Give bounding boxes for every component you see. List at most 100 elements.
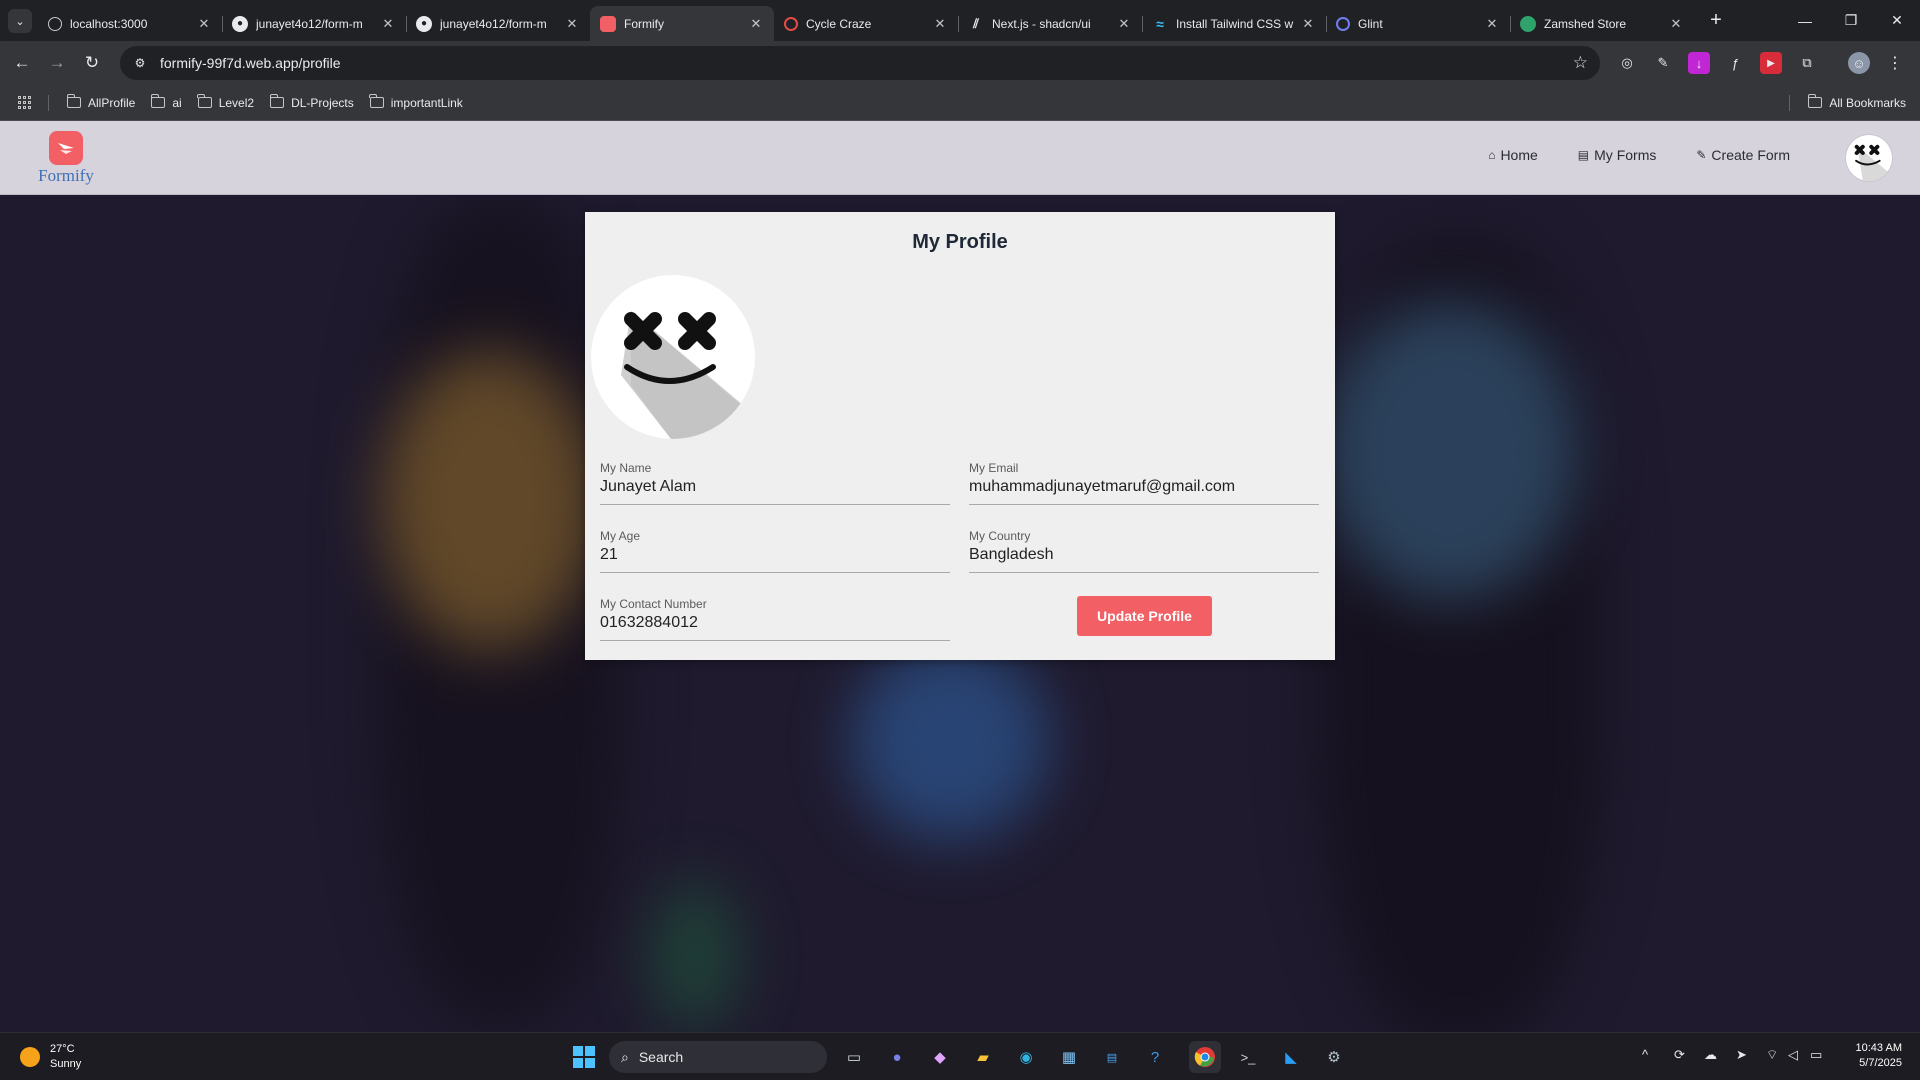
user-avatar[interactable] [1846,135,1892,181]
all-bookmarks-button[interactable]: All Bookmarks [1800,91,1914,115]
clock-date: 5/7/2025 [1859,1057,1902,1069]
file-explorer-icon[interactable]: ▰ [967,1041,999,1073]
email-field[interactable]: My Email muhammadjunayetmaruf@gmail.com [969,461,1319,505]
weather-widget[interactable]: 27°C Sunny [20,1042,81,1072]
red-extension-icon[interactable]: ▶ [1760,52,1782,74]
tab-tailwind[interactable]: ≈ Install Tailwind CSS w ✕ [1142,6,1326,41]
extensions-puzzle-icon[interactable]: ⧉ [1796,52,1818,74]
formify-logo[interactable]: Formify [34,131,98,186]
tab-github-2[interactable]: ● junayet4o12/form-m ✕ [406,6,590,41]
bookmark-folder-allprofile[interactable]: AllProfile [59,91,143,115]
task-view-icon[interactable]: ▭ [838,1041,870,1073]
microsoft-store-icon[interactable]: ▦ [1053,1041,1085,1073]
browser-toolbar: ← → ↻ ⚙ formify-99f7d.web.app/profile ☆ … [0,41,1920,85]
new-tab-plus-icon[interactable]: + [1704,9,1728,32]
location-arrow-icon[interactable]: ➤ [1736,1047,1747,1063]
formify-icon [600,15,616,32]
edge-icon[interactable]: ◉ [1010,1041,1042,1073]
windows-taskbar: 27°C Sunny ⌕ Search ▭ ● ◆ ▰ ◉ ▦ ▤ ? >_ ◣… [0,1032,1920,1080]
bookmark-star-icon[interactable]: ☆ [1573,53,1588,73]
eyedropper-icon[interactable]: ✎ [1652,52,1674,74]
folder-icon [369,94,384,108]
form-list-icon: ▤ [1577,148,1590,162]
window-close-icon[interactable]: ✕ [1874,0,1920,41]
reload-icon[interactable]: ↻ [80,51,104,75]
apps-grid-icon[interactable] [18,95,32,110]
name-value[interactable]: Junayet Alam [600,478,950,498]
back-arrow-icon[interactable]: ← [10,51,34,75]
tab-glint[interactable]: Glint ✕ [1326,6,1510,41]
close-icon[interactable]: ✕ [1300,16,1316,32]
teams-icon[interactable]: ● [881,1041,913,1073]
mysql-icon[interactable]: ▤ [1096,1041,1128,1073]
profile-card: My Profile My Name Junayet Alam My Email… [585,212,1335,660]
nav-my-forms-link[interactable]: ▤ My Forms [1578,147,1657,163]
close-icon[interactable]: ✕ [564,16,580,32]
country-value[interactable]: Bangladesh [969,546,1319,566]
fonts-extension-icon[interactable]: ƒ [1724,52,1746,74]
tab-zamshed-store[interactable]: Zamshed Store ✕ [1510,6,1694,41]
system-clock[interactable]: 10:43 AM 5/7/2025 [1856,1041,1902,1071]
windows-start-icon[interactable] [568,1041,600,1073]
restore-icon[interactable]: ❐ [1828,0,1874,41]
bookmark-folder-importantlink[interactable]: importantLink [362,91,471,115]
close-icon[interactable]: ✕ [380,16,396,32]
close-icon[interactable]: ✕ [196,16,212,32]
wifi-icon[interactable]: ⌔ [1766,1047,1778,1063]
settings-gear-icon[interactable]: ⚙ [1318,1041,1350,1073]
taskbar-search[interactable]: ⌕ Search [609,1041,827,1073]
weather-temp: 27°C [50,1043,75,1055]
tab-github-1[interactable]: ● junayet4o12/form-m ✕ [222,6,406,41]
name-field[interactable]: My Name Junayet Alam [600,461,950,505]
close-icon[interactable]: ✕ [748,16,764,32]
contact-value[interactable]: 01632884012 [600,614,950,634]
lens-icon[interactable]: ◎ [1616,52,1638,74]
country-label: My Country [969,529,1031,543]
sync-icon[interactable]: ⟳ [1674,1047,1685,1063]
forward-arrow-icon[interactable]: → [45,51,69,75]
downloader-extension-icon[interactable]: ↓ [1688,52,1710,74]
bookmark-folder-level2[interactable]: Level2 [190,91,262,115]
minimize-icon[interactable]: — [1782,0,1828,41]
help-icon[interactable]: ? [1139,1041,1171,1073]
formify-logo-icon [49,131,83,165]
bookmark-folder-dl-projects[interactable]: DL-Projects [262,91,362,115]
cycle-icon [784,16,798,31]
site-info-icon[interactable]: ⚙ [132,55,148,71]
bookmark-label: Level2 [218,95,255,110]
page-title: My Profile [912,231,1008,253]
update-profile-button[interactable]: Update Profile [1077,596,1212,636]
tab-title: Zamshed Store [1544,16,1627,31]
bookmark-folder-ai[interactable]: ai [143,91,189,115]
email-value[interactable]: muhammadjunayetmaruf@gmail.com [969,478,1319,498]
chrome-icon[interactable] [1189,1041,1221,1073]
tray-overflow-chevron-icon[interactable]: ^ [1642,1047,1648,1062]
close-icon[interactable]: ✕ [1116,16,1132,32]
profile-avatar-icon[interactable]: ☺ [1848,52,1870,74]
copilot-icon[interactable]: ◆ [924,1041,956,1073]
volume-icon[interactable]: ◁ [1788,1047,1798,1063]
folder-icon [1807,94,1823,108]
close-icon[interactable]: ✕ [932,16,948,32]
onedrive-cloud-icon[interactable]: ☁ [1704,1047,1717,1063]
tab-shadcn[interactable]: ⫽ Next.js - shadcn/ui ✕ [958,6,1142,41]
contact-field[interactable]: My Contact Number 01632884012 [600,597,950,641]
close-icon[interactable]: ✕ [1668,16,1684,32]
battery-icon[interactable]: ▭ [1810,1047,1822,1063]
tab-search-chevron-icon[interactable]: ⌄ [8,9,32,33]
terminal-icon[interactable]: >_ [1232,1041,1264,1073]
nav-create-form-link[interactable]: ✎ Create Form [1696,147,1790,163]
age-value[interactable]: 21 [600,546,950,566]
nav-home-link[interactable]: ⌂ Home [1488,147,1538,163]
vscode-icon[interactable]: ◣ [1275,1041,1307,1073]
close-icon[interactable]: ✕ [1484,16,1500,32]
menu-kebab-icon[interactable]: ⋮ [1884,52,1906,74]
url-text[interactable]: formify-99f7d.web.app/profile [160,55,341,71]
country-field[interactable]: My Country Bangladesh [969,529,1319,573]
tab-formify[interactable]: Formify ✕ [590,6,774,41]
address-bar[interactable]: ⚙ formify-99f7d.web.app/profile ☆ [120,46,1600,80]
tab-localhost[interactable]: localhost:3000 ✕ [38,6,222,41]
page-viewport: Formify ⌂ Home ▤ My Forms ✎ Create Form My … [0,121,1920,1032]
age-field[interactable]: My Age 21 [600,529,950,573]
tab-cycle-craze[interactable]: Cycle Craze ✕ [774,6,958,41]
